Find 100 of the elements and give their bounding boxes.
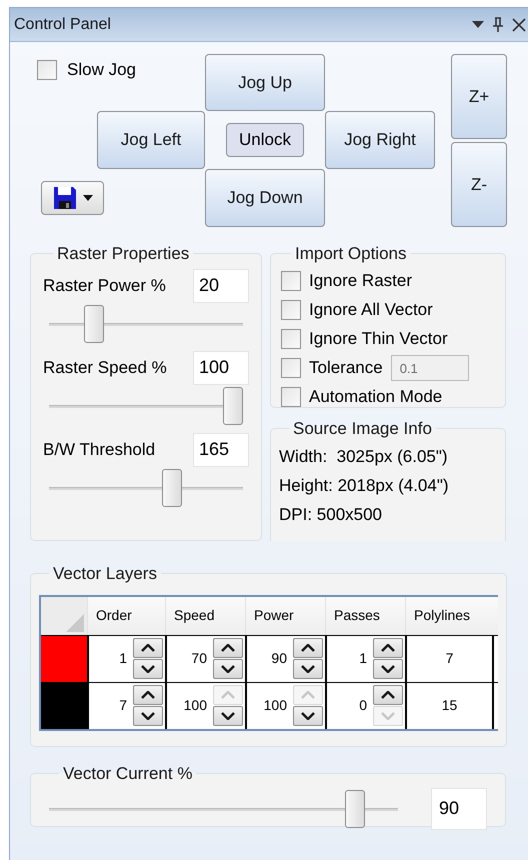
save-dropdown-button[interactable] [41,181,104,215]
jog-down-button[interactable]: Jog Down [205,169,325,227]
pin-icon[interactable] [492,16,504,32]
number-field[interactable]: 90 [431,788,487,830]
spin-field[interactable]: 0 [325,682,405,728]
slider-label: Raster Speed % [43,356,167,379]
caret-down-icon [221,712,235,720]
table-cell: 7 [405,636,494,682]
info-text: Width: 3025px (6.05") [279,446,449,468]
spin-field[interactable]: 70 [165,636,245,682]
column-header[interactable]: Order [87,596,165,634]
checkbox-label: Ignore All Vector [309,299,433,322]
dropdown-icon[interactable] [472,20,484,28]
slider[interactable] [49,468,243,506]
spin-down-button[interactable] [293,659,323,679]
column-header[interactable]: Power [245,596,325,634]
spin-up-button[interactable] [133,638,163,658]
spin-field[interactable]: 1 [87,636,165,682]
caret-down-icon [301,665,315,673]
caret-up-icon [301,691,315,699]
unlock-button[interactable]: Unlock [226,123,304,157]
checkbox[interactable] [281,300,301,320]
spin-up-button[interactable] [373,638,403,658]
spin-field[interactable]: 100 [245,682,325,728]
number-field[interactable]: 165 [193,432,249,466]
spin-down-button[interactable] [213,659,243,679]
jog-left-button[interactable]: Jog Left [97,111,205,169]
spin-down-button[interactable] [133,706,163,726]
checkbox-label: Tolerance [309,357,383,380]
slider-label: Raster Power % [43,274,166,297]
slider-thumb[interactable] [84,304,104,342]
slider[interactable] [49,790,398,828]
checkbox-label: Slow Jog [67,60,136,80]
spin-value: 1 [358,649,368,668]
group-title: Import Options [294,243,408,265]
checkbox-label: Automation Mode [309,386,442,408]
caret-down-icon [301,712,315,720]
caret-down-icon [381,712,395,720]
caret-up-icon [381,691,395,699]
checkbox-label: Ignore Raster [309,270,412,292]
spin-down-button[interactable] [133,659,163,679]
column-header[interactable]: Polylines [405,596,494,634]
info-text: DPI: 500x500 [279,504,384,526]
slider[interactable] [49,304,243,342]
spin-field[interactable]: 1 [325,636,405,682]
caret-down-icon [141,712,155,720]
spin-value: 70 [190,649,208,668]
checkbox[interactable] [37,60,57,80]
jog-up-button[interactable]: Jog Up [205,54,325,111]
slider-label: B/W Threshold [43,438,156,461]
group-title: Raster Properties [56,243,190,265]
info-text: Height: 2018px (4.04") [279,474,450,496]
spin-up-button[interactable] [213,638,243,658]
table-cell: 15 [405,682,494,728]
caret-down-icon [381,665,395,673]
slider-thumb[interactable] [345,790,366,828]
caret-up-icon [221,691,235,699]
spin-down-button[interactable] [373,659,403,679]
column-header[interactable]: Speed [165,596,245,634]
caret-up-icon [301,644,315,652]
layer-color-swatch[interactable] [41,682,87,728]
checkbox[interactable] [281,271,301,291]
spin-field[interactable]: 7 [87,682,165,728]
spin-up-button[interactable] [133,685,163,705]
jog-right-button[interactable]: Jog Right [325,111,435,169]
caret-down-icon [141,665,155,673]
caret-up-icon [141,644,155,652]
select-all-icon [66,614,84,632]
close-icon[interactable] [512,18,526,32]
caret-down-icon [82,195,92,201]
column-header[interactable]: Passes [325,596,405,634]
group-title: Vector Layers [52,563,158,585]
spin-field[interactable]: 90 [245,636,325,682]
checkbox[interactable] [281,387,301,407]
slider-thumb[interactable] [162,468,182,506]
spin-up-button[interactable] [373,685,403,705]
z-up-button[interactable]: Z+ [451,54,507,139]
number-field[interactable]: 100 [193,350,249,384]
spin-up-button[interactable] [293,638,323,658]
spin-down-button[interactable] [213,706,243,726]
group-title: Vector Current % [62,763,194,785]
z-down-button[interactable]: Z- [451,142,507,227]
layer-color-swatch[interactable] [41,636,87,682]
caret-up-icon [141,691,155,699]
checkbox[interactable] [281,329,301,349]
checkbox-label: Ignore Thin Vector [309,328,448,350]
spin-field[interactable]: 100 [165,682,245,728]
caret-up-icon [221,644,235,652]
spin-value: 7 [118,696,128,715]
caret-down-icon [221,665,235,673]
spin-value: 100 [262,696,288,715]
spin-down-button[interactable] [293,706,323,726]
number-field[interactable]: 20 [193,268,249,302]
caret-up-icon [381,644,395,652]
spin-value: 1 [118,649,128,668]
checkbox[interactable] [281,358,301,378]
slider-thumb[interactable] [223,386,243,424]
slider[interactable] [49,386,243,424]
window-title: Control Panel [14,14,111,34]
spin-value: 100 [182,696,208,715]
